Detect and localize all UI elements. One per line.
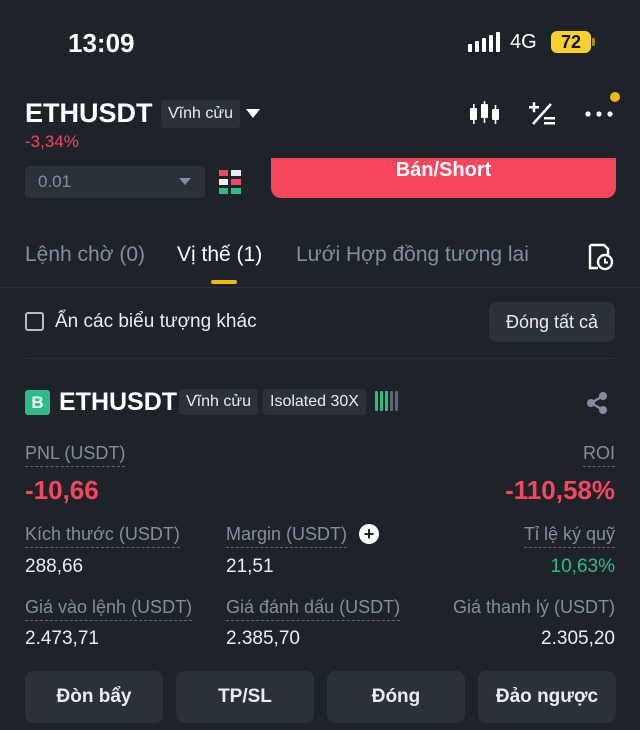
sell-short-button[interactable]: Bán/Short	[271, 158, 616, 198]
margin-label[interactable]: Margin (USDT)	[226, 524, 348, 548]
close-all-button[interactable]: Đóng tất cả	[489, 302, 615, 342]
history-icon[interactable]	[586, 243, 614, 271]
close-position-button[interactable]: Đóng	[327, 671, 465, 723]
roi-value: -110,58%	[505, 475, 615, 505]
margin-ratio-value: 10,63%	[550, 556, 615, 577]
hide-others-label[interactable]: Ẩn các biểu tượng khác	[55, 311, 257, 333]
leverage-risk-icon	[375, 391, 398, 411]
entry-price-label[interactable]: Giá vào lệnh (USDT)	[25, 597, 193, 621]
battery-tip	[592, 38, 595, 46]
symbol-dropdown-icon[interactable]	[246, 109, 260, 118]
reverse-position-button[interactable]: Đảo ngược	[478, 671, 616, 723]
signal-icon	[468, 32, 500, 52]
liq-price-label: Giá thanh lý (USDT)	[452, 597, 615, 617]
battery-icon: 72	[551, 31, 591, 53]
network-label: 4G	[510, 31, 537, 53]
filter-divider	[25, 358, 615, 359]
margin-ratio-label[interactable]: Tỉ lệ ký quỹ	[523, 524, 615, 548]
active-tab-indicator	[211, 280, 237, 284]
mark-price-value: 2.385,70	[226, 628, 300, 649]
leverage-button[interactable]: Đòn bẩy	[25, 671, 163, 723]
roi-label[interactable]: ROI	[582, 443, 615, 467]
hide-others-checkbox[interactable]	[25, 312, 44, 331]
add-margin-icon[interactable]: +	[359, 524, 379, 544]
notification-dot	[610, 92, 620, 102]
share-icon[interactable]	[584, 390, 610, 416]
symbol-title[interactable]: ETHUSDT	[25, 98, 153, 129]
quantity-value: 0.01	[38, 172, 72, 191]
calculator-icon[interactable]	[527, 100, 557, 128]
margin-mode-tag: Isolated 30X	[263, 389, 366, 415]
pnl-value: -10,66	[25, 475, 99, 505]
liq-price-value: 2.305,20	[541, 628, 615, 649]
tab-open-orders[interactable]: Lệnh chờ (0)	[25, 243, 145, 267]
chevron-down-icon	[179, 178, 191, 185]
candlestick-icon[interactable]	[468, 100, 500, 128]
mark-price-label[interactable]: Giá đánh dấu (USDT)	[226, 597, 401, 621]
tpsl-button[interactable]: TP/SL	[176, 671, 314, 723]
orderbook-layout-icon[interactable]	[219, 170, 241, 194]
more-icon[interactable]	[583, 100, 615, 128]
contract-type-tag: Vĩnh cửu	[161, 100, 240, 128]
buy-side-badge: B	[25, 390, 50, 415]
size-value: 288,66	[25, 556, 84, 577]
tabs-divider	[0, 287, 640, 288]
size-label[interactable]: Kích thước (USDT)	[25, 524, 180, 548]
tab-futures-grid[interactable]: Lưới Hợp đồng tương lai	[296, 243, 529, 267]
pnl-label[interactable]: PNL (USDT)	[25, 443, 126, 467]
price-change-percent: -3,34%	[25, 132, 79, 151]
margin-value: 21,51	[226, 556, 274, 577]
entry-price-value: 2.473,71	[25, 628, 99, 649]
tab-positions[interactable]: Vị thế (1)	[177, 243, 262, 267]
position-contract-tag: Vĩnh cửu	[179, 389, 258, 415]
status-time: 13:09	[68, 28, 135, 58]
position-symbol[interactable]: ETHUSDT	[59, 388, 177, 417]
